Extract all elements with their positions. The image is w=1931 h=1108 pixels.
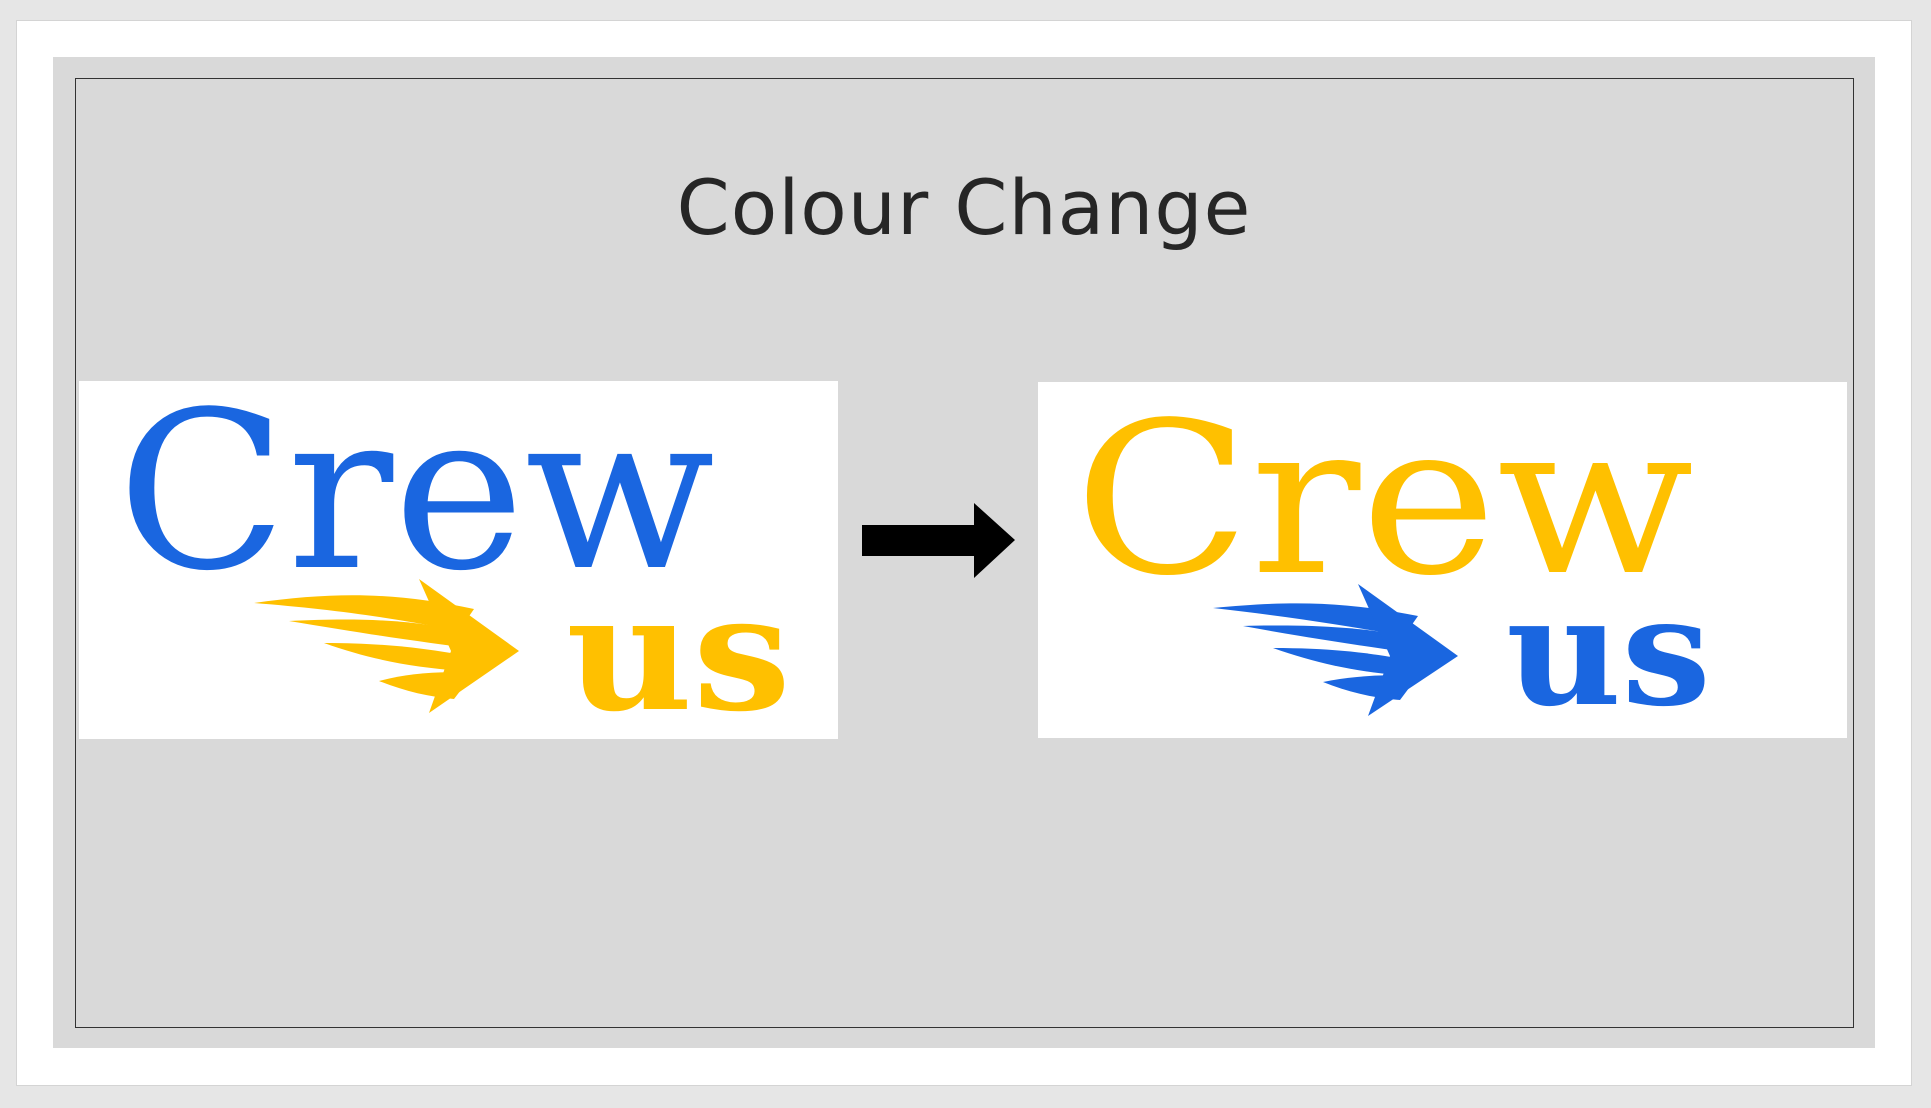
slide-canvas: Colour Change Crew us Crew us [0,0,1931,1108]
logo-word-us: us [1506,564,1711,738]
crewus-logo-recolored: Crew us [1074,382,1711,738]
logo-image-recolored[interactable]: Crew us [1038,382,1847,738]
logo-image-original[interactable]: Crew us [79,381,838,739]
slide-title[interactable]: Colour Change [53,170,1875,246]
right-arrow-icon [862,503,1015,578]
logo-word-us: us [566,559,791,739]
crewus-logo-original: Crew us [117,381,791,739]
